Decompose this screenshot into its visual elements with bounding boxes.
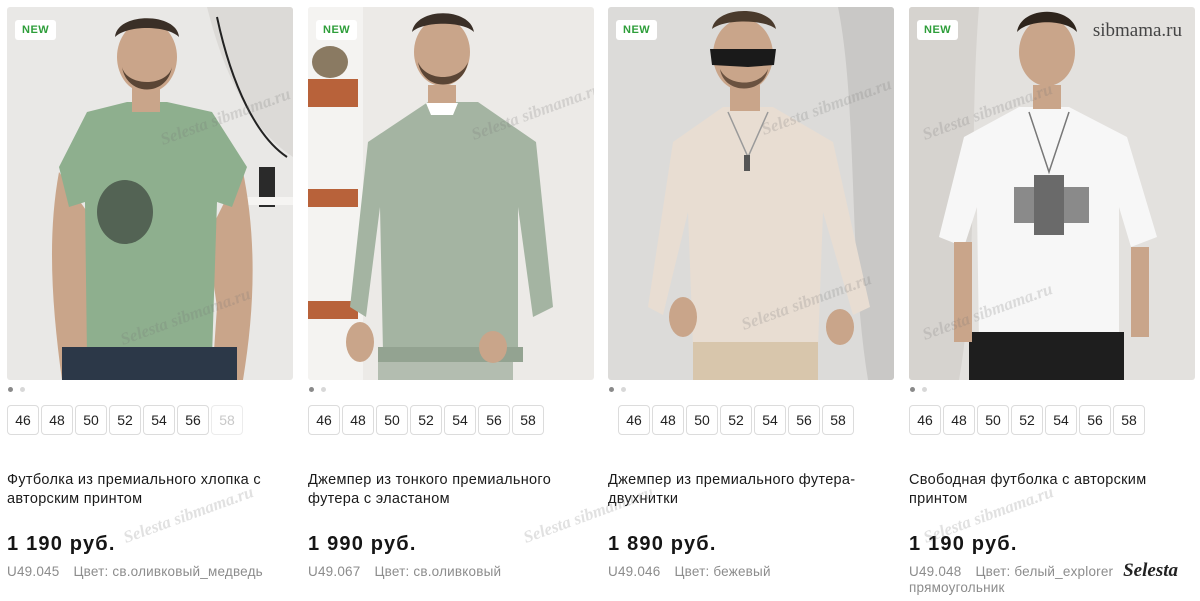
- size-option[interactable]: 48: [342, 405, 374, 435]
- size-option[interactable]: 56: [478, 405, 510, 435]
- product-meta: U49.045 Цвет: св.оливковый_медведь: [7, 564, 307, 580]
- pagination-dot[interactable]: [922, 387, 927, 392]
- product-title[interactable]: Джемпер из тонкого премиального футера с…: [308, 471, 590, 509]
- pagination-dot-active[interactable]: [609, 387, 614, 392]
- size-option[interactable]: 58: [1113, 405, 1145, 435]
- pagination-dot-active[interactable]: [8, 387, 13, 392]
- size-option[interactable]: 56: [1079, 405, 1111, 435]
- image-pagination: [909, 387, 949, 395]
- size-option[interactable]: 46: [909, 405, 941, 435]
- product-sku: U49.048: [909, 564, 962, 579]
- product-sku: U49.067: [308, 564, 361, 579]
- pagination-dot-active[interactable]: [910, 387, 915, 392]
- size-option[interactable]: 50: [977, 405, 1009, 435]
- size-option[interactable]: 46: [7, 405, 39, 435]
- size-option[interactable]: 48: [41, 405, 73, 435]
- product-image[interactable]: NEW Selesta sibmama.ru: [308, 7, 594, 380]
- size-option[interactable]: 54: [754, 405, 786, 435]
- image-pagination: [608, 387, 648, 395]
- product-color: Цвет: бежевый: [674, 564, 771, 579]
- product-image[interactable]: NEW Selesta sibmama.ru Selesta sibmama.r…: [7, 7, 293, 380]
- product-card[interactable]: NEW Selesta sibmama.ru Selesta sibmama.r…: [608, 0, 894, 601]
- size-option[interactable]: 46: [308, 405, 340, 435]
- size-option[interactable]: 58: [822, 405, 854, 435]
- size-list: 46 48 50 52 54 56 58: [909, 405, 1199, 435]
- size-option[interactable]: 56: [788, 405, 820, 435]
- new-badge: NEW: [917, 20, 959, 40]
- pagination-dot[interactable]: [621, 387, 626, 392]
- new-badge: NEW: [316, 20, 358, 40]
- size-option[interactable]: 54: [143, 405, 175, 435]
- size-option[interactable]: 52: [410, 405, 442, 435]
- watermark-site: sibmama.ru: [1092, 20, 1182, 41]
- pagination-dot[interactable]: [321, 387, 326, 392]
- size-option[interactable]: 54: [1045, 405, 1077, 435]
- image-pagination: [7, 387, 47, 395]
- size-option[interactable]: 48: [652, 405, 684, 435]
- product-color: Цвет: св.оливковый: [374, 564, 502, 579]
- product-title[interactable]: Джемпер из премиального футера-двухнитки: [608, 471, 890, 509]
- product-card[interactable]: NEW Selesta sibmama.ru 46 48 50 52 54 56…: [308, 0, 594, 601]
- product-card[interactable]: NEW Selesta sibmama.ru Selesta sibmama.r…: [909, 0, 1195, 601]
- size-option[interactable]: 48: [943, 405, 975, 435]
- size-list: 46 48 50 52 54 56 58: [7, 405, 297, 435]
- new-badge: NEW: [15, 20, 57, 40]
- product-price: 1 990 руб.: [308, 533, 417, 555]
- size-option[interactable]: 50: [686, 405, 718, 435]
- watermark-brand: Selesta: [1123, 560, 1178, 581]
- product-card[interactable]: NEW Selesta sibmama.ru Selesta sibmama.r…: [7, 0, 293, 601]
- new-badge: NEW: [616, 20, 658, 40]
- product-meta: U49.048 Цвет: белый_explorer прямоугольни…: [909, 564, 1149, 596]
- size-option[interactable]: 58: [512, 405, 544, 435]
- product-title[interactable]: Свободная футболка с авторским принтом: [909, 471, 1191, 509]
- size-option[interactable]: 52: [109, 405, 141, 435]
- product-color: Цвет: св.оливковый_медведь: [73, 564, 263, 579]
- product-price: 1 190 руб.: [7, 533, 116, 555]
- product-meta: U49.067 Цвет: св.оливковый: [308, 564, 608, 580]
- size-option[interactable]: 46: [618, 405, 650, 435]
- product-image[interactable]: NEW Selesta sibmama.ru Selesta sibmama.r…: [909, 7, 1195, 380]
- product-sku: U49.045: [7, 564, 60, 579]
- size-option[interactable]: 52: [1011, 405, 1043, 435]
- pagination-dot[interactable]: [20, 387, 25, 392]
- image-pagination: [308, 387, 348, 395]
- size-list: 46 48 50 52 54 56 58: [308, 405, 598, 435]
- product-image[interactable]: NEW Selesta sibmama.ru Selesta sibmama.r…: [608, 7, 894, 380]
- size-option-unavailable: 58: [211, 405, 243, 435]
- size-option[interactable]: 50: [75, 405, 107, 435]
- size-option[interactable]: 54: [444, 405, 476, 435]
- product-grid: NEW Selesta sibmama.ru Selesta sibmama.r…: [0, 0, 1200, 601]
- size-option[interactable]: 52: [720, 405, 752, 435]
- pagination-dot-active[interactable]: [309, 387, 314, 392]
- product-sku: U49.046: [608, 564, 661, 579]
- size-option[interactable]: 50: [376, 405, 408, 435]
- size-option[interactable]: 56: [177, 405, 209, 435]
- product-title[interactable]: Футболка из премиального хлопка с авторс…: [7, 471, 289, 509]
- product-price: 1 890 руб.: [608, 533, 717, 555]
- size-list: 46 48 50 52 54 56 58: [618, 405, 908, 435]
- product-price: 1 190 руб.: [909, 533, 1018, 555]
- product-meta: U49.046 Цвет: бежевый: [608, 564, 908, 580]
